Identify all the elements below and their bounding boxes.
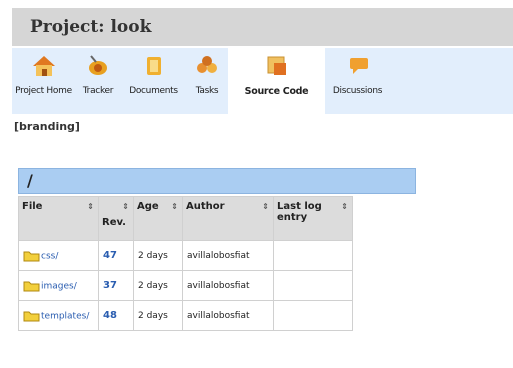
tab-discussions[interactable]: Discussions [325, 48, 390, 114]
column-header-age[interactable]: Age ⇕ [133, 196, 183, 241]
column-header-last-log[interactable]: Last log entry ⇕ [273, 196, 353, 241]
table-row: css/ 47 2 days avillalobosfiat [18, 240, 353, 271]
folder-icon [23, 281, 40, 291]
author-cell: avillalobosfiat [182, 240, 274, 271]
column-header-rev[interactable]: Rev. ⇕ [98, 196, 134, 241]
sort-icon[interactable]: ⇕ [262, 202, 269, 211]
rev-link[interactable]: 37 [103, 280, 117, 291]
rev-cell: 37 [98, 270, 134, 301]
project-title: Project: look [12, 8, 513, 46]
file-cell[interactable]: images/ [18, 270, 99, 301]
age-cell: 2 days [133, 270, 183, 301]
directory-path: / [18, 168, 416, 194]
sort-icon[interactable]: ⇕ [341, 202, 348, 211]
sort-icon[interactable]: ⇕ [122, 202, 129, 211]
tab-documents[interactable]: Documents [121, 48, 186, 114]
rev-cell: 48 [98, 300, 134, 331]
documents-icon [146, 57, 161, 75]
sort-icon[interactable]: ⇕ [171, 202, 178, 211]
column-header-file[interactable]: File ⇕ [18, 196, 99, 241]
tab-source-code[interactable]: Source Code [228, 48, 325, 114]
tab-project-home[interactable]: Project Home [12, 48, 75, 114]
sort-icon[interactable]: ⇕ [87, 202, 94, 211]
rev-cell: 47 [98, 240, 134, 271]
project-tabs: Project Home Tracker Documents Tasks Sou… [12, 48, 513, 114]
file-cell[interactable]: templates/ [18, 300, 99, 331]
source-code-icon [267, 56, 286, 75]
age-cell: 2 days [133, 300, 183, 331]
source-table: File ⇕ Rev. ⇕ Age ⇕ Author ⇕ Last log en… [18, 196, 353, 331]
tab-label: Discussions [332, 86, 383, 96]
table-header-row: File ⇕ Rev. ⇕ Age ⇕ Author ⇕ Last log en… [18, 196, 353, 241]
rev-link[interactable]: 47 [103, 250, 117, 261]
discussions-icon [349, 58, 368, 74]
house-icon [32, 56, 55, 76]
tab-label: Tasks [195, 86, 219, 96]
last-log-cell [273, 300, 353, 331]
folder-icon [23, 311, 40, 321]
last-log-cell [273, 240, 353, 271]
tab-label: Source Code [244, 86, 309, 97]
file-link[interactable]: templates/ [41, 311, 89, 321]
file-cell[interactable]: css/ [18, 240, 99, 271]
table-row: images/ 37 2 days avillalobosfiat [18, 270, 353, 301]
tab-label: Documents [129, 86, 178, 96]
tab-label: Tracker [82, 86, 114, 96]
tasks-icon [197, 56, 217, 73]
branding-label: [branding] [14, 120, 80, 133]
file-link[interactable]: css/ [41, 251, 58, 261]
tab-label: Project Home [15, 86, 72, 96]
author-cell: avillalobosfiat [182, 270, 274, 301]
bug-icon [89, 55, 107, 75]
file-link[interactable]: images/ [41, 281, 77, 291]
table-row: templates/ 48 2 days avillalobosfiat [18, 300, 353, 331]
author-cell: avillalobosfiat [182, 300, 274, 331]
last-log-cell [273, 270, 353, 301]
column-header-author[interactable]: Author ⇕ [182, 196, 274, 241]
rev-link[interactable]: 48 [103, 310, 117, 321]
tab-tasks[interactable]: Tasks [186, 48, 228, 114]
folder-icon [23, 251, 40, 261]
tab-tracker[interactable]: Tracker [75, 48, 121, 114]
age-cell: 2 days [133, 240, 183, 271]
